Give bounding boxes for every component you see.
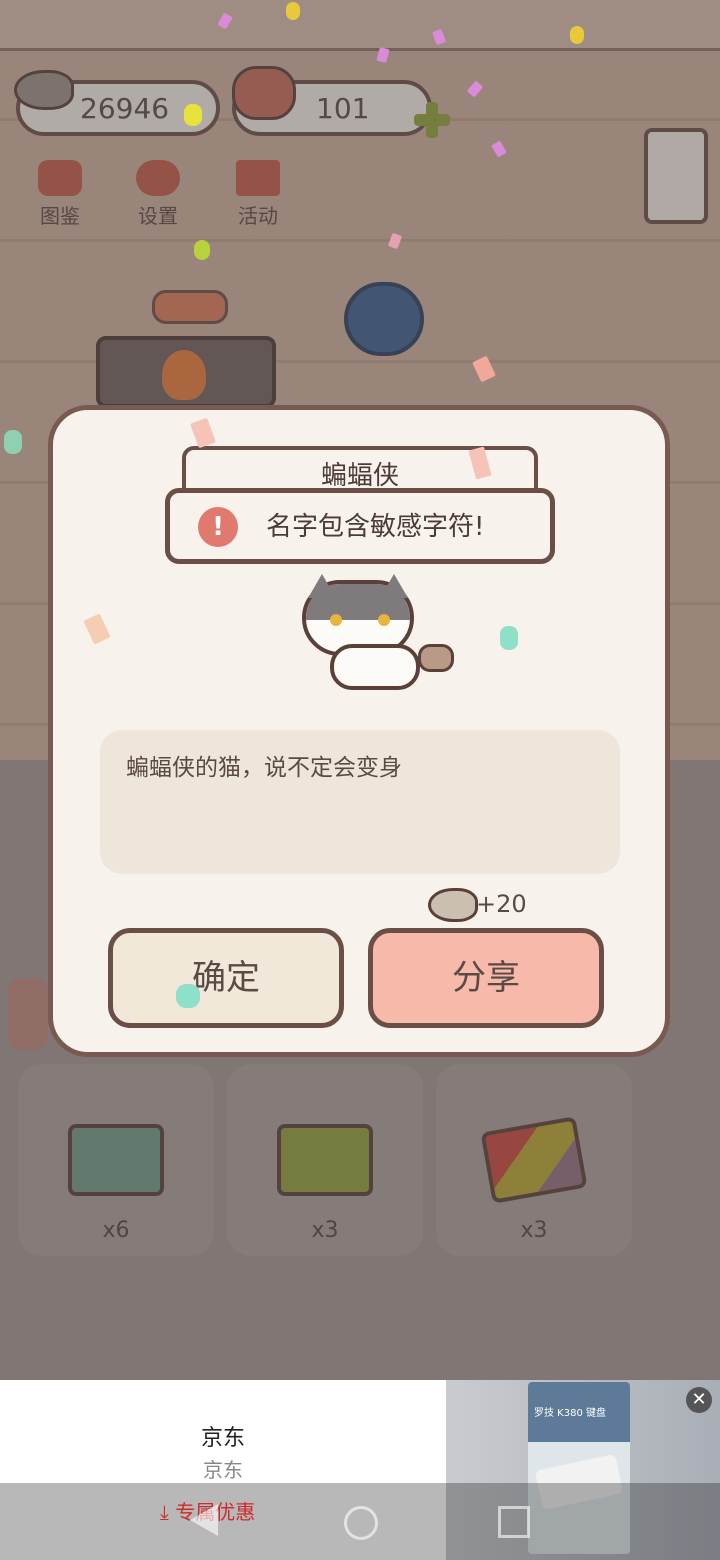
download-icon: ⤓ xyxy=(160,1500,169,1524)
ad-title[interactable]: 京东 xyxy=(0,1420,446,1452)
confetti xyxy=(176,984,200,1008)
confetti xyxy=(286,2,300,20)
confetti xyxy=(194,240,210,260)
cat-ear-right xyxy=(380,574,408,598)
confetti xyxy=(184,104,202,126)
home-nav-button[interactable] xyxy=(344,1506,378,1540)
cat-eye-right xyxy=(378,614,390,626)
ad-product-text: 罗技 K380 键盘 xyxy=(534,1408,607,1419)
confirm-button[interactable]: 确定 xyxy=(108,928,344,1028)
cat-ear-left xyxy=(308,574,336,598)
confetti xyxy=(570,26,584,44)
share-button[interactable]: 分享 xyxy=(368,928,604,1028)
cat-description: 蝙蝠侠的猫，说不定会变身 xyxy=(126,755,402,781)
cat-illustration xyxy=(300,574,454,694)
ad-close-button[interactable]: ✕ xyxy=(686,1387,712,1413)
ad-subtitle: 京东 xyxy=(203,1458,243,1482)
warning-icon: ! xyxy=(198,507,238,547)
cat-tail xyxy=(418,644,454,672)
cat-body xyxy=(330,644,420,690)
reward-amount: +20 xyxy=(476,890,527,918)
back-nav-button[interactable] xyxy=(190,1504,218,1536)
fish-icon xyxy=(428,888,478,922)
cat-eye-left xyxy=(330,614,342,626)
recents-nav-button[interactable] xyxy=(498,1506,530,1538)
error-message: 名字包含敏感字符! xyxy=(266,512,485,542)
confetti xyxy=(500,626,518,650)
confetti xyxy=(4,430,22,454)
